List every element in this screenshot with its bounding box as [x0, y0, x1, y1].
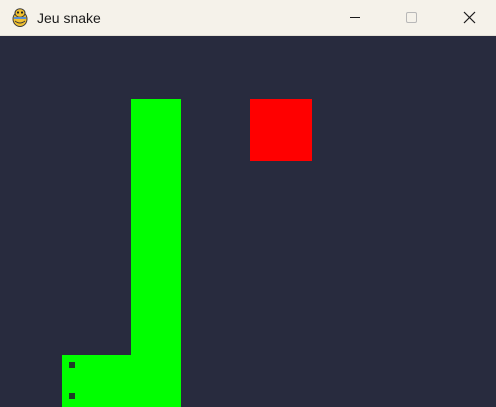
minimize-button[interactable] [332, 0, 378, 35]
close-button[interactable] [446, 0, 492, 35]
title-bar[interactable]: Jeu snake [0, 0, 496, 36]
game-window: Jeu snake [0, 0, 496, 407]
pygame-snake-icon [11, 8, 29, 27]
snake-eye-bottom [69, 393, 75, 399]
food-apple [250, 99, 312, 161]
snake-eye-top [69, 362, 75, 368]
window-title: Jeu snake [37, 10, 101, 26]
snake-body-horizontal [62, 355, 181, 407]
game-canvas[interactable] [0, 36, 496, 407]
maximize-button[interactable] [388, 0, 434, 35]
